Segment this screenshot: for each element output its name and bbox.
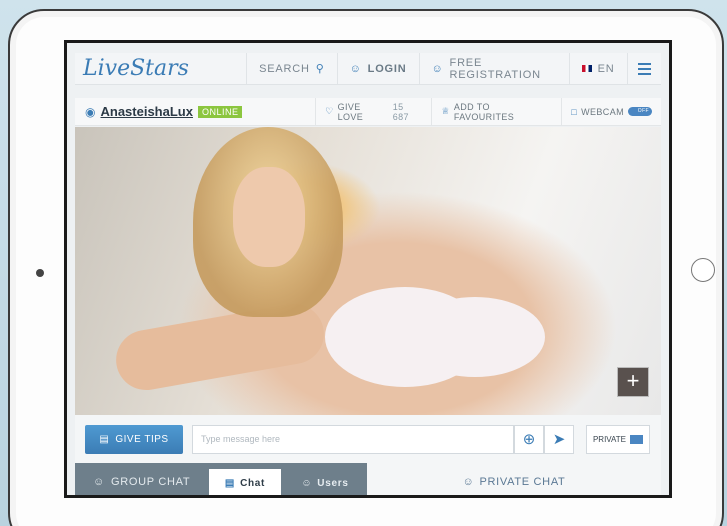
- video-stream: +: [75, 127, 661, 415]
- give-love-label: GIVE LOVE: [337, 101, 364, 122]
- user-icon: ☺: [462, 476, 475, 488]
- flag-icon: [581, 65, 592, 72]
- give-love-button[interactable]: ♡ GIVE LOVE 15 687: [315, 98, 431, 125]
- user-icon: ☺: [349, 62, 362, 75]
- registration-button[interactable]: ☺ FREE REGISTRATION: [418, 53, 569, 84]
- toggle-switch[interactable]: OFF: [628, 107, 652, 116]
- search-button[interactable]: SEARCH ⚲: [246, 53, 337, 84]
- send-icon[interactable]: ➤: [544, 424, 574, 454]
- group-chat-label: GROUP CHAT: [110, 476, 191, 488]
- home-button[interactable]: [691, 258, 715, 282]
- camera-icon: □: [571, 106, 578, 117]
- message-bar: ▤ GIVE TIPS Type message here ⊕ ➤ PRIVAT…: [75, 415, 661, 463]
- favourites-button[interactable]: ♕ ADD TO FAVOURITES: [431, 98, 561, 125]
- chat-tabs: ☺ GROUP CHAT ▤ Chat ☺ Users ☺ PRIVATE CH…: [75, 463, 661, 495]
- login-label: LOGIN: [367, 62, 407, 75]
- private-button[interactable]: PRIVATE: [586, 424, 650, 454]
- group-chat-tab[interactable]: ☺ GROUP CHAT ▤ Chat ☺ Users: [75, 463, 367, 495]
- message-input[interactable]: Type message here: [192, 424, 514, 454]
- private-label: PRIVATE: [592, 434, 627, 444]
- private-chat-tab[interactable]: ☺ PRIVATE CHAT: [367, 463, 661, 495]
- app-screen: LiveStars SEARCH ⚲ ☺ LOGIN ☺ FREE REGIST…: [64, 40, 672, 498]
- language-selector[interactable]: EN: [568, 53, 627, 84]
- registration-label: FREE REGISTRATION: [449, 56, 541, 81]
- search-label: SEARCH: [259, 62, 310, 75]
- tips-label: GIVE TIPS: [115, 433, 169, 445]
- chat-label: Chat: [240, 477, 266, 489]
- profile-icon: ◉: [85, 104, 96, 119]
- users-icon: ☺: [301, 477, 313, 489]
- model-profile[interactable]: ◉ AnasteishaLux ONLINE: [75, 104, 315, 119]
- love-count: 15 687: [392, 101, 409, 122]
- favourites-label: ADD TO FAVOURITES: [453, 101, 515, 122]
- webcam-label: WEBCAM: [581, 106, 624, 117]
- users-label: Users: [317, 477, 349, 489]
- user-icon: ☺: [431, 62, 444, 75]
- crown-icon: ♕: [441, 106, 450, 116]
- group-icon: ☺: [93, 476, 105, 488]
- login-button[interactable]: ☺ LOGIN: [336, 53, 419, 84]
- status-badge: ONLINE: [197, 105, 243, 118]
- language-label: EN: [597, 62, 615, 75]
- money-icon: ▤: [99, 433, 110, 445]
- tab-chat[interactable]: ▤ Chat: [209, 469, 281, 495]
- search-icon: ⚲: [315, 63, 325, 75]
- user-bar: ◉ AnasteishaLux ONLINE ♡ GIVE LOVE 15 68…: [75, 98, 661, 126]
- private-chat-label: PRIVATE CHAT: [479, 476, 566, 488]
- give-tips-button[interactable]: ▤ GIVE TIPS: [85, 424, 183, 454]
- menu-icon[interactable]: [626, 53, 661, 84]
- chat-icon: ▤: [224, 477, 236, 489]
- model-name[interactable]: AnasteishaLux: [100, 104, 192, 119]
- camera-dot: [36, 269, 44, 277]
- plus-icon[interactable]: +: [617, 367, 649, 397]
- heart-icon: ♡: [325, 106, 334, 116]
- add-icon[interactable]: ⊕: [514, 424, 544, 454]
- envelope-icon: [630, 434, 644, 444]
- tab-users[interactable]: ☺ Users: [293, 469, 357, 495]
- logo[interactable]: LiveStars: [75, 56, 246, 81]
- top-nav: LiveStars SEARCH ⚲ ☺ LOGIN ☺ FREE REGIST…: [75, 53, 661, 85]
- webcam-toggle[interactable]: □ WEBCAM OFF: [561, 98, 661, 125]
